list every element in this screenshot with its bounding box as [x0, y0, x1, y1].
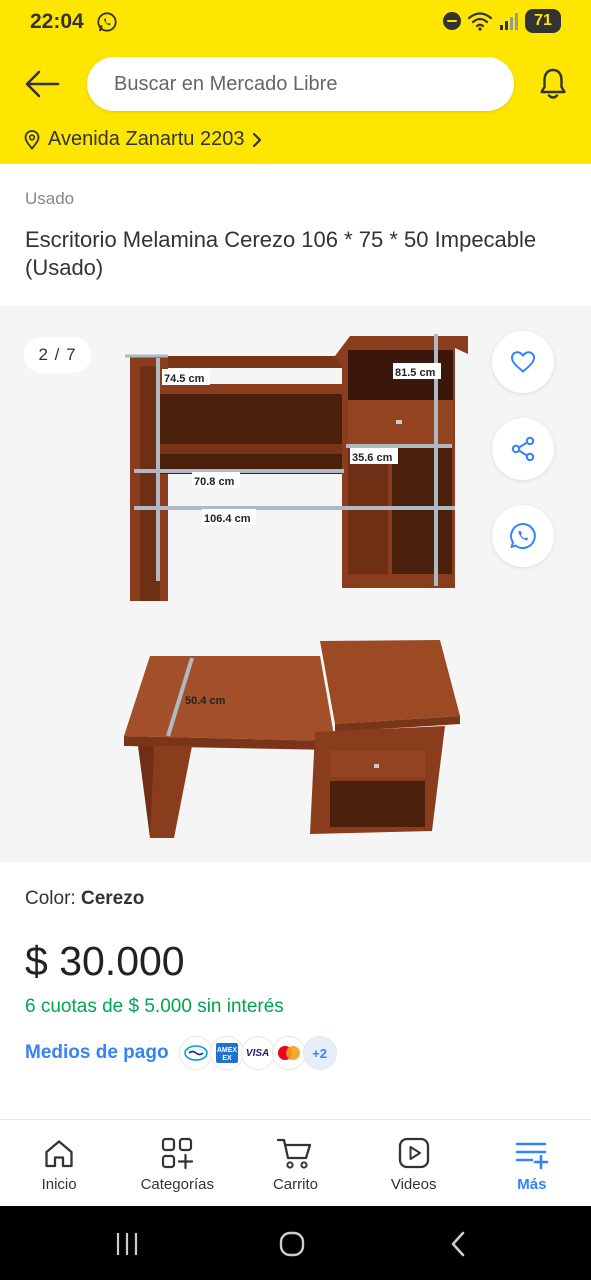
svg-text:EX: EX — [222, 1055, 232, 1062]
nav-label-categorias: Categorías — [140, 1176, 214, 1193]
more-payment-methods-badge[interactable]: +2 — [302, 1036, 337, 1070]
recent-apps-button[interactable] — [107, 1224, 147, 1264]
arrow-left-icon — [25, 70, 60, 98]
shipping-address[interactable]: Avenida Zanartu 2203 — [24, 128, 264, 151]
back-chevron-icon — [451, 1231, 465, 1257]
product-price: $ 30.000 — [25, 938, 185, 984]
home-circle-icon — [279, 1231, 305, 1257]
chevron-right-icon — [253, 132, 262, 147]
system-back-button[interactable] — [438, 1224, 478, 1264]
visa-icon: VISA — [240, 1036, 275, 1070]
categories-icon — [162, 1137, 194, 1170]
desk-front-view: 74.5 cm 81.5 cm 35.6 cm 70.8 cm 106.4 cm — [125, 334, 468, 601]
svg-text:70.8 cm: 70.8 cm — [194, 476, 235, 488]
color-selection: Color: Cerezo — [25, 888, 144, 910]
whatsapp-notification-icon — [97, 12, 117, 32]
more-menu-icon — [515, 1142, 549, 1170]
desk-angled-view: 50.4 cm — [124, 640, 460, 838]
svg-text:35.6 cm: 35.6 cm — [352, 452, 393, 464]
share-icon — [511, 436, 535, 462]
installments-info: 6 cuotas de $ 5.000 sin interés — [25, 996, 284, 1017]
signal-icon — [500, 13, 518, 30]
back-button[interactable] — [22, 66, 62, 102]
product-photo[interactable]: 74.5 cm 81.5 cm 35.6 cm 70.8 cm 106.4 cm… — [110, 326, 480, 846]
whatsapp-icon — [510, 523, 536, 549]
status-bar: 22:04 71 — [0, 0, 591, 46]
nav-item-categorias[interactable]: Categorías — [118, 1120, 236, 1206]
status-time: 22:04 — [30, 10, 84, 33]
amex-text: AMEX — [216, 1047, 237, 1054]
home-system-button[interactable] — [272, 1224, 312, 1264]
nav-label-mas: Más — [517, 1176, 547, 1193]
home-icon — [45, 1140, 73, 1168]
status-icons: 71 — [443, 9, 561, 33]
video-icon — [398, 1137, 429, 1169]
svg-text:74.5 cm: 74.5 cm — [164, 373, 205, 385]
nav-item-inicio[interactable]: Inicio — [0, 1120, 118, 1206]
share-button[interactable] — [492, 418, 554, 480]
nav-label-inicio: Inicio — [41, 1176, 77, 1193]
svg-text:50.4 cm: 50.4 cm — [185, 695, 226, 707]
battery-indicator: 71 — [525, 9, 561, 33]
bottom-navigation: Inicio Categorías Carrito Videos Más — [0, 1120, 591, 1206]
recent-apps-icon — [116, 1233, 138, 1255]
search-input[interactable] — [87, 57, 514, 111]
payment-methods-link[interactable]: Medios de pago — [25, 1042, 169, 1064]
product-gallery[interactable]: 2 / 7 74.5 cm 81.5 cm 35.6 cm 70.8 cm 10… — [0, 306, 591, 862]
location-pin-icon — [24, 129, 40, 150]
whatsapp-share-button[interactable] — [492, 505, 554, 567]
search-bar[interactable] — [87, 57, 514, 111]
color-label: Color: — [25, 888, 81, 909]
color-value: Cerezo — [80, 888, 145, 909]
address-label: Avenida Zanartu 2203 — [48, 128, 245, 150]
do-not-disturb-icon — [443, 12, 461, 30]
bell-icon — [540, 68, 566, 99]
heart-icon — [511, 351, 535, 373]
nav-item-carrito[interactable]: Carrito — [236, 1120, 354, 1206]
app-header: 22:04 71 Buscar en Mercado Libre Avenida… — [0, 0, 591, 164]
payment-methods[interactable]: Medios de pago AMEX EX VISA +2 — [25, 1036, 337, 1070]
system-navigation-bar — [0, 1206, 591, 1280]
notifications-button[interactable] — [534, 64, 572, 104]
amex-icon: AMEX EX — [209, 1036, 244, 1070]
svg-text:81.5 cm: 81.5 cm — [395, 367, 436, 379]
mastercard-icon — [271, 1036, 306, 1070]
cart-icon — [277, 1138, 312, 1169]
nav-label-carrito: Carrito — [272, 1176, 318, 1193]
nav-item-videos[interactable]: Videos — [355, 1120, 473, 1206]
wifi-icon — [467, 12, 493, 31]
product-title: Escritorio Melamina Cerezo 106 * 75 * 50… — [25, 227, 537, 280]
nav-label-videos: Videos — [390, 1176, 437, 1193]
image-counter: 2 / 7 — [24, 337, 91, 373]
svg-text:106.4 cm: 106.4 cm — [204, 513, 251, 525]
nav-item-mas[interactable]: Más — [473, 1120, 591, 1206]
favorite-button[interactable] — [492, 331, 554, 393]
mercado-pago-icon — [178, 1036, 213, 1070]
product-condition: Usado — [25, 189, 75, 208]
